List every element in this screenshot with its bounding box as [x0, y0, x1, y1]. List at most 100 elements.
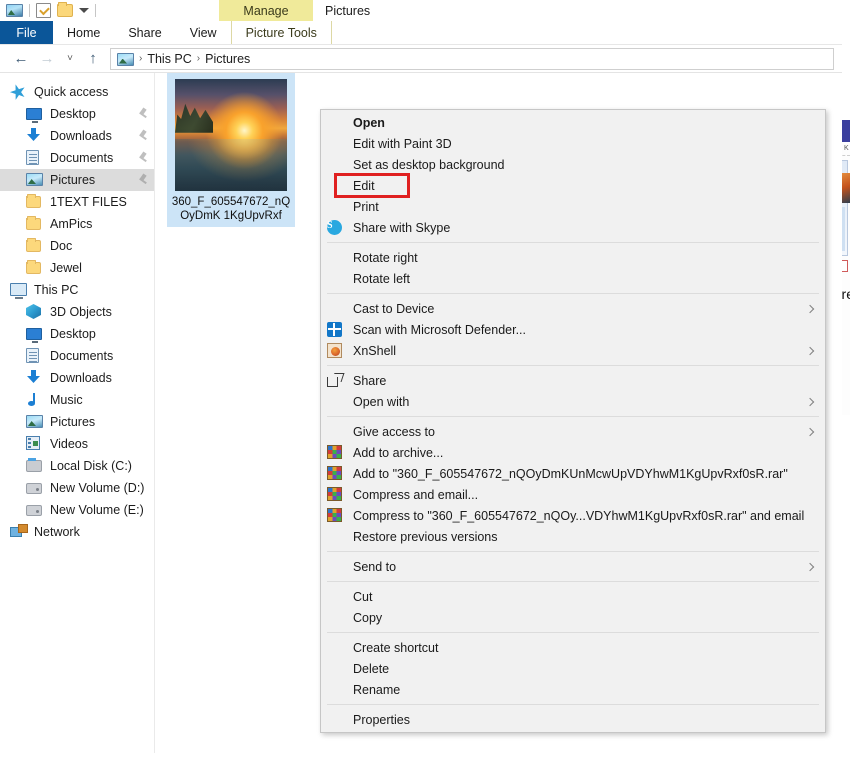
- menu-item-label: Scan with Microsoft Defender...: [353, 322, 526, 337]
- sidebar-item-downloads[interactable]: Downloads: [0, 125, 154, 147]
- menu-item-restore-previous-versions[interactable]: Restore previous versions: [321, 526, 825, 547]
- ribbon-underline: [0, 44, 842, 45]
- monitor-icon: [26, 106, 44, 123]
- menu-item-label: Send to: [353, 559, 397, 574]
- tab-file[interactable]: File: [0, 21, 53, 45]
- menu-item-set-as-desktop-background[interactable]: Set as desktop background: [321, 154, 825, 175]
- back-button[interactable]: ←: [8, 47, 34, 71]
- breadcrumb-this-pc[interactable]: This PC: [147, 52, 191, 66]
- menu-item-add-to-360-f-605547672-nqoydmkunmcwupvdy[interactable]: Add to "360_F_605547672_nQOyDmKUnMcwUpVD…: [321, 463, 825, 484]
- sidebar-item-music[interactable]: Music: [0, 389, 154, 411]
- menu-item-send-to[interactable]: Send to: [321, 556, 825, 577]
- menu-item-no-icon: [327, 394, 345, 410]
- chevron-down-icon[interactable]: [79, 8, 89, 13]
- menu-item-label: Rename: [353, 682, 401, 697]
- sidebar-item-1text-files[interactable]: 1TEXT FILES: [0, 191, 154, 213]
- menu-item-open-with[interactable]: Open with: [321, 391, 825, 412]
- ribbon-tab-strip: File Home Share View Picture Tools: [0, 21, 842, 45]
- menu-item-cut[interactable]: Cut: [321, 586, 825, 607]
- sidebar-item-documents[interactable]: Documents: [0, 345, 154, 367]
- menu-item-copy[interactable]: Copy: [321, 607, 825, 628]
- submenu-chevron-icon: [805, 304, 815, 313]
- pin-icon[interactable]: [138, 130, 148, 142]
- menu-item-open[interactable]: Open: [321, 112, 825, 133]
- menu-item-compress-and-email[interactable]: Compress and email...: [321, 484, 825, 505]
- tab-home[interactable]: Home: [53, 21, 114, 45]
- up-button[interactable]: ↑: [80, 47, 106, 71]
- sidebar-item-network[interactable]: Network: [0, 521, 154, 543]
- menu-item-share[interactable]: Share: [321, 370, 825, 391]
- menu-item-label: Delete: [353, 661, 390, 676]
- contextual-tab-group-manage[interactable]: Manage: [219, 0, 313, 21]
- pin-icon[interactable]: [138, 108, 148, 120]
- menu-item-give-access-to[interactable]: Give access to: [321, 421, 825, 442]
- sidebar-item-label: AmPics: [50, 217, 93, 231]
- new-folder-icon[interactable]: [57, 2, 73, 17]
- winrar-icon: [327, 507, 345, 524]
- tab-share[interactable]: Share: [114, 21, 175, 45]
- star-icon: [10, 84, 28, 100]
- menu-item-create-shortcut[interactable]: Create shortcut: [321, 637, 825, 658]
- context-menu[interactable]: Open Edit with Paint 3D Set as desktop bac…: [320, 109, 826, 733]
- toolbar-divider: [29, 4, 30, 17]
- menu-separator: [327, 242, 819, 243]
- breadcrumb-separator: ›: [139, 53, 143, 64]
- menu-item-print[interactable]: Print: [321, 196, 825, 217]
- menu-item-share-with-skype[interactable]: S Share with Skype: [321, 217, 825, 238]
- sidebar-item-label: New Volume (E:): [50, 503, 144, 517]
- menu-item-delete[interactable]: Delete: [321, 658, 825, 679]
- menu-item-label: Share: [353, 373, 387, 388]
- sidebar-item-pictures[interactable]: Pictures: [0, 411, 154, 433]
- sidebar-item-new-volume-d[interactable]: New Volume (D:): [0, 477, 154, 499]
- menu-item-edit-with-paint-3d[interactable]: Edit with Paint 3D: [321, 133, 825, 154]
- sidebar-item-label: Desktop: [50, 327, 96, 341]
- pictures-icon[interactable]: [6, 4, 23, 17]
- menu-item-properties[interactable]: Properties: [321, 709, 825, 730]
- menu-item-edit[interactable]: Edit: [321, 175, 825, 196]
- sidebar-item-videos[interactable]: Videos: [0, 433, 154, 455]
- sidebar-item-documents[interactable]: Documents: [0, 147, 154, 169]
- sidebar-item-local-disk-c[interactable]: Local Disk (C:): [0, 455, 154, 477]
- sidebar-item-3d-objects[interactable]: 3D Objects: [0, 301, 154, 323]
- menu-item-label: Edit: [353, 178, 375, 193]
- sidebar-item-label: New Volume (D:): [50, 481, 145, 495]
- file-tile[interactable]: 360_F_605547672_nQOyDmK 1KgUpvRxf: [167, 73, 295, 227]
- monitor-icon: [26, 326, 44, 343]
- menu-item-scan-with-microsoft-defender[interactable]: Scan with Microsoft Defender...: [321, 319, 825, 340]
- sidebar-item-jewel[interactable]: Jewel: [0, 257, 154, 279]
- recent-locations-button[interactable]: ˅: [60, 47, 80, 71]
- pictures-icon: [26, 414, 44, 430]
- tab-picture-tools[interactable]: Picture Tools: [230, 21, 332, 45]
- music-icon: [26, 392, 44, 408]
- menu-item-no-icon: [327, 301, 345, 317]
- menu-item-add-to-archive[interactable]: Add to archive...: [321, 442, 825, 463]
- address-input[interactable]: › This PC › Pictures: [110, 47, 834, 70]
- menu-item-rotate-right[interactable]: Rotate right: [321, 247, 825, 268]
- menu-item-cast-to-device[interactable]: Cast to Device: [321, 298, 825, 319]
- sidebar-item-downloads[interactable]: Downloads: [0, 367, 154, 389]
- menu-item-xnshell[interactable]: XnShell: [321, 340, 825, 361]
- sidebar-item-label: Downloads: [50, 371, 112, 385]
- disk-icon: [26, 480, 44, 496]
- winrar-icon: [327, 444, 345, 461]
- sidebar-item-pictures[interactable]: Pictures: [0, 169, 154, 191]
- sidebar-item-ampics[interactable]: AmPics: [0, 213, 154, 235]
- sidebar-item-this-pc[interactable]: This PC: [0, 279, 154, 301]
- tab-view[interactable]: View: [176, 21, 231, 45]
- pin-icon[interactable]: [138, 174, 148, 186]
- sidebar-item-new-volume-e[interactable]: New Volume (E:): [0, 499, 154, 521]
- menu-item-rename[interactable]: Rename: [321, 679, 825, 700]
- menu-item-rotate-left[interactable]: Rotate left: [321, 268, 825, 289]
- sidebar-item-quick-access[interactable]: Quick access: [0, 81, 154, 103]
- menu-item-label: Create shortcut: [353, 640, 439, 655]
- sidebar-item-doc[interactable]: Doc: [0, 235, 154, 257]
- menu-item-compress-to-360-f-605547672-nqoy-vdyhwm1[interactable]: Compress to "360_F_605547672_nQOy...VDYh…: [321, 505, 825, 526]
- sidebar-item-desktop[interactable]: Desktop: [0, 323, 154, 345]
- properties-icon[interactable]: [36, 3, 51, 18]
- pin-icon[interactable]: [138, 152, 148, 164]
- breadcrumb-pictures[interactable]: Pictures: [205, 52, 250, 66]
- menu-separator: [327, 416, 819, 417]
- menu-item-label: XnShell: [353, 343, 397, 358]
- forward-button[interactable]: →: [34, 47, 60, 71]
- sidebar-item-desktop[interactable]: Desktop: [0, 103, 154, 125]
